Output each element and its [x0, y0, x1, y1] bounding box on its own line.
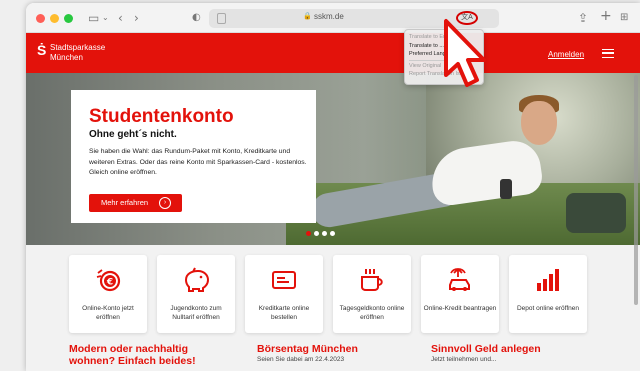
page-scrollbar[interactable]: [634, 75, 638, 305]
slide-indicator: [306, 223, 338, 236]
close-window-button[interactable]: [36, 14, 45, 23]
browser-window: ▭ ⌄ ‹ › ◐ 🔒 sskm.de 文A ⇪ + ⊞ Ṡ Stadtspar…: [26, 3, 640, 371]
slide-dot[interactable]: [322, 231, 327, 236]
bar-chart-icon: [537, 269, 559, 291]
more-info-label: Mehr erfahren: [101, 198, 149, 207]
tile-label: Depot online eröffnen: [516, 305, 580, 312]
coffee-cup-icon: [361, 269, 383, 291]
forward-icon[interactable]: ›: [134, 10, 139, 26]
tile-jugendkonto[interactable]: Jugendkonto zum Nulltarif eröffnen: [157, 255, 235, 333]
logo-line2[interactable]: München: [50, 53, 83, 62]
quick-links: € Online-Konto jetzt eröffnen Jugendkont…: [26, 245, 640, 371]
shield-icon[interactable]: ◐: [192, 10, 201, 26]
tile-depot[interactable]: Depot online eröffnen: [509, 255, 587, 333]
hero-card: Studentenkonto Ohne geht´s nicht. Sie ha…: [71, 90, 316, 223]
tile-label: Tagesgeldkonto online eröffnen: [339, 305, 405, 321]
tile-label: Online-Konto jetzt eröffnen: [82, 305, 134, 321]
sidebar-icon[interactable]: ▭: [88, 10, 99, 26]
slide-dot[interactable]: [314, 231, 319, 236]
svg-text:€: €: [106, 278, 113, 288]
tile-online-kredit[interactable]: Online-Kredit beantragen: [421, 255, 499, 333]
credit-card-icon: [272, 271, 296, 289]
browser-toolbar: ▭ ⌄ ‹ › ◐ 🔒 sskm.de 文A ⇪ + ⊞: [26, 3, 640, 33]
teaser-sub-geld: Jetzt teilnehmen und...: [431, 356, 497, 363]
tile-online-konto[interactable]: € Online-Konto jetzt eröffnen: [69, 255, 147, 333]
menu-icon[interactable]: [602, 49, 614, 58]
tile-tagesgeld[interactable]: Tagesgeldkonto online eröffnen: [333, 255, 411, 333]
hero-text: Sie haben die Wahl: das Rundum-Paket mit…: [89, 148, 307, 176]
page-icon: [217, 13, 226, 24]
teaser-sub-boersentag: Seien Sie dabei am 22.4.2023: [257, 356, 345, 363]
tile-label: Jugendkonto zum Nulltarif eröffnen: [170, 305, 222, 321]
slide-dot[interactable]: [306, 231, 311, 236]
more-info-button[interactable]: Mehr erfahren ›: [89, 194, 182, 212]
new-tab-icon[interactable]: +: [600, 8, 612, 24]
teaser-title-geld[interactable]: Sinnvoll Geld anlegen: [431, 343, 541, 355]
back-icon[interactable]: ‹: [118, 10, 123, 26]
chevron-right-icon: ›: [159, 197, 171, 209]
hero-phone: [500, 179, 512, 199]
tile-kreditkarte[interactable]: Kreditkarte online bestellen: [245, 255, 323, 333]
share-icon[interactable]: ⇪: [578, 10, 588, 26]
piggy-bank-icon: [184, 267, 210, 292]
teaser-title-wohnen[interactable]: Modern oder nachhaltig wohnen? Einfach b…: [69, 343, 229, 367]
euro-coin-icon: €: [96, 269, 121, 292]
site-header: Ṡ Stadtsparkasse München Anmelden: [26, 33, 640, 73]
url-text: sskm.de: [314, 12, 344, 21]
teaser-title-boersentag[interactable]: Börsentag München: [257, 343, 358, 355]
hero-banner: Studentenkonto Ohne geht´s nicht. Sie ha…: [26, 73, 640, 245]
hero-subtitle: Ohne geht´s nicht.: [89, 129, 177, 140]
tabs-overview-icon[interactable]: ⊞: [620, 10, 628, 26]
chevron-down-icon[interactable]: ⌄: [102, 10, 109, 26]
logo-line1[interactable]: Stadtsparkasse: [50, 43, 105, 52]
zoom-window-button[interactable]: [64, 14, 73, 23]
minimize-window-button[interactable]: [50, 14, 59, 23]
car-palm-icon: [449, 268, 470, 291]
sparkasse-logo-icon[interactable]: Ṡ: [37, 42, 46, 58]
tile-label: Kreditkarte online bestellen: [258, 305, 310, 321]
hero-person-head: [521, 101, 557, 145]
lock-icon: 🔒: [303, 12, 312, 20]
login-link[interactable]: Anmelden: [548, 50, 584, 59]
hero-bag: [566, 193, 626, 233]
hero-title: Studentenkonto: [89, 106, 234, 127]
tile-label: Online-Kredit beantragen: [423, 305, 497, 312]
mouse-pointer-icon: [444, 19, 486, 87]
slide-dot[interactable]: [330, 231, 335, 236]
